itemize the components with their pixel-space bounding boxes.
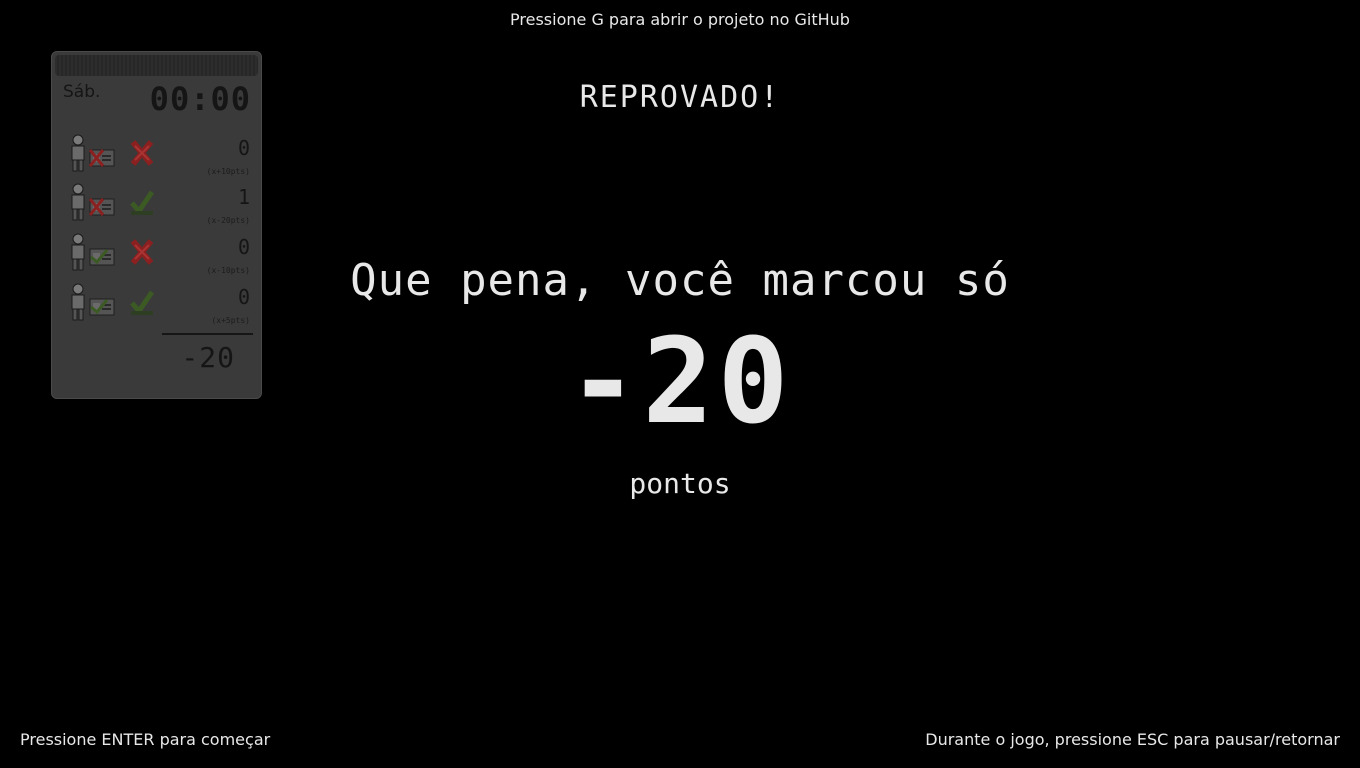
stamp-icon xyxy=(130,290,155,316)
document-icon xyxy=(89,149,115,167)
total-divider xyxy=(162,333,253,335)
row-count: 1 xyxy=(237,185,250,209)
row-multiplier: (x+5pts) xyxy=(211,316,250,325)
stamp-icon xyxy=(130,190,155,216)
person-icon xyxy=(71,134,85,172)
score-row: 0 (x+5pts) xyxy=(52,283,261,331)
panel-total: -20 xyxy=(181,341,235,374)
document-icon xyxy=(89,298,115,316)
row-count: 0 xyxy=(237,235,250,259)
person-icon xyxy=(71,233,85,271)
row-multiplier: (x+10pts) xyxy=(206,167,250,176)
score-row: 1 (x-20pts) xyxy=(52,183,261,231)
stamp-icon xyxy=(130,239,154,265)
github-hint: Pressione G para abrir o projeto no GitH… xyxy=(510,10,850,29)
row-multiplier: (x-10pts) xyxy=(206,266,250,275)
panel-clock: 00:00 xyxy=(149,80,251,118)
score-row: 0 (x+10pts) xyxy=(52,134,261,182)
row-count: 0 xyxy=(237,136,250,160)
row-count: 0 xyxy=(237,285,250,309)
panel-day: Sáb. xyxy=(63,82,101,102)
person-icon xyxy=(71,183,85,221)
score-unit: pontos xyxy=(629,467,731,500)
score-panel: Sáb. 00:00 0 (x+10pts) 1 (x-20pts) 0 (x-… xyxy=(51,51,262,399)
start-hint: Pressione ENTER para começar xyxy=(20,730,271,749)
stamp-icon xyxy=(130,140,154,166)
panel-header-bar xyxy=(55,55,258,76)
document-icon xyxy=(89,198,115,216)
pause-hint: Durante o jogo, pressione ESC para pausa… xyxy=(925,730,1340,749)
row-multiplier: (x-20pts) xyxy=(206,216,250,225)
score-row: 0 (x-10pts) xyxy=(52,233,261,281)
document-icon xyxy=(89,248,115,266)
person-icon xyxy=(71,283,85,321)
